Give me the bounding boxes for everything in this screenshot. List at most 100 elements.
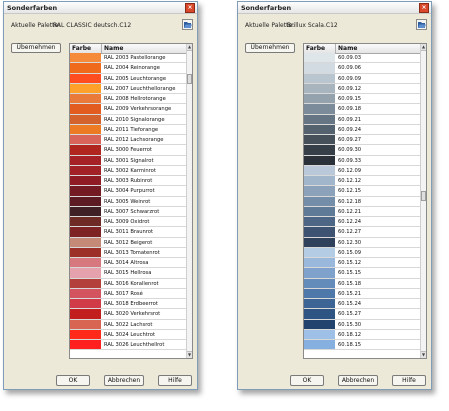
table-row[interactable]: RAL 3001 Signalrot xyxy=(70,155,186,166)
ok-button[interactable]: OK xyxy=(56,375,90,386)
table-row[interactable]: 60.15.30 xyxy=(304,319,420,330)
close-icon[interactable]: × xyxy=(185,3,195,13)
table-row[interactable]: 60.12.15 xyxy=(304,186,420,197)
table-row[interactable]: 60.12.30 xyxy=(304,237,420,248)
color-name: 60.18.12 xyxy=(338,331,362,338)
color-name: RAL 3012 Beigerot xyxy=(104,239,153,246)
table-row[interactable]: RAL 2004 Reinorange xyxy=(70,63,186,74)
table-row[interactable]: RAL 2003 Pastellorange xyxy=(70,53,186,64)
dialog-title: Sonderfarben xyxy=(241,4,292,12)
table-row[interactable]: RAL 2012 Lachsorange xyxy=(70,135,186,146)
column-header-color[interactable]: Farbe xyxy=(306,45,325,52)
table-row[interactable]: 60.15.18 xyxy=(304,278,420,289)
scroll-up-arrow-icon[interactable]: ▲ xyxy=(187,44,192,51)
open-palette-button[interactable] xyxy=(182,19,193,30)
folder-open-icon xyxy=(418,22,426,28)
table-row[interactable]: 60.15.09 xyxy=(304,247,420,258)
table-row[interactable]: RAL 3016 Korallenrot xyxy=(70,278,186,289)
table-row[interactable]: 60.09.33 xyxy=(304,155,420,166)
vertical-scrollbar[interactable]: ▲ ▼ xyxy=(420,44,426,358)
title-bar[interactable]: Sonderfarben × xyxy=(238,2,431,14)
cancel-button[interactable]: Abbrechen xyxy=(104,375,144,386)
color-swatch xyxy=(304,206,335,216)
color-name: 60.09.18 xyxy=(338,106,362,113)
palette-value: Brillux Scala.C12 xyxy=(287,22,338,29)
column-divider[interactable] xyxy=(101,44,102,53)
table-row[interactable]: 60.09.27 xyxy=(304,135,420,146)
table-row[interactable]: RAL 3004 Purpurrot xyxy=(70,186,186,197)
table-row[interactable]: 60.18.15 xyxy=(304,340,420,351)
table-row[interactable]: 60.09.21 xyxy=(304,114,420,125)
table-row[interactable]: RAL 3020 Verkehrsrot xyxy=(70,309,186,320)
table-row[interactable]: 60.12.18 xyxy=(304,196,420,207)
table-row[interactable]: 60.18.12 xyxy=(304,329,420,340)
folder-open-icon xyxy=(184,22,192,28)
ok-button[interactable]: OK xyxy=(290,375,324,386)
table-row[interactable]: 60.09.12 xyxy=(304,83,420,94)
column-header-color[interactable]: Farbe xyxy=(72,45,91,52)
scroll-thumb[interactable] xyxy=(187,73,192,84)
table-row[interactable]: 60.12.24 xyxy=(304,217,420,228)
color-swatch xyxy=(70,114,101,124)
table-row[interactable]: RAL 2011 Tieforange xyxy=(70,124,186,135)
table-row[interactable]: 60.12.27 xyxy=(304,227,420,238)
table-row[interactable]: RAL 3015 Hellrosa xyxy=(70,268,186,279)
table-row[interactable]: RAL 3007 Schwarzrot xyxy=(70,206,186,217)
table-row[interactable]: 60.15.12 xyxy=(304,258,420,269)
table-row[interactable]: RAL 3009 Oxidrot xyxy=(70,217,186,228)
table-row[interactable]: 60.09.24 xyxy=(304,124,420,135)
color-name: RAL 2004 Reinorange xyxy=(104,65,160,72)
table-row[interactable]: RAL 3002 Karminrot xyxy=(70,165,186,176)
vertical-scrollbar[interactable]: ▲ ▼ xyxy=(186,44,192,358)
table-row[interactable]: RAL 3024 Leuchtrot xyxy=(70,329,186,340)
apply-button[interactable]: Übernehmen xyxy=(245,43,295,53)
scroll-up-arrow-icon[interactable]: ▲ xyxy=(421,44,426,51)
color-swatch xyxy=(70,176,101,186)
color-table: Farbe Name 60.09.03 60.09.06 60.09.09 60.09… xyxy=(303,43,427,359)
table-row[interactable]: RAL 3005 Weinrot xyxy=(70,196,186,207)
table-row[interactable]: 60.09.06 xyxy=(304,63,420,74)
table-row[interactable]: 60.12.09 xyxy=(304,165,420,176)
table-row[interactable]: 60.15.24 xyxy=(304,299,420,310)
table-row[interactable]: RAL 2009 Verkehrsorange xyxy=(70,104,186,115)
table-row[interactable]: 60.12.12 xyxy=(304,176,420,187)
table-row[interactable]: 60.15.15 xyxy=(304,268,420,279)
cancel-button[interactable]: Abbrechen xyxy=(338,375,378,386)
table-row[interactable]: RAL 3012 Beigerot xyxy=(70,237,186,248)
table-row[interactable]: RAL 3018 Erdbeerrot xyxy=(70,299,186,310)
table-row[interactable]: RAL 3011 Braunrot xyxy=(70,227,186,238)
table-row[interactable]: 60.09.09 xyxy=(304,73,420,84)
scroll-down-arrow-icon[interactable]: ▼ xyxy=(421,351,426,358)
column-header-name[interactable]: Name xyxy=(104,45,123,52)
scroll-thumb[interactable] xyxy=(421,191,426,202)
column-divider[interactable] xyxy=(335,44,336,53)
title-bar[interactable]: Sonderfarben × xyxy=(4,2,197,14)
table-row[interactable]: 60.15.27 xyxy=(304,309,420,320)
table-row[interactable]: RAL 3000 Feuerrot xyxy=(70,145,186,156)
table-row[interactable]: RAL 2010 Signalorange xyxy=(70,114,186,125)
table-row[interactable]: 60.09.30 xyxy=(304,145,420,156)
table-row[interactable]: RAL 2005 Leuchtorange xyxy=(70,73,186,84)
table-row[interactable]: RAL 3022 Lachsrot xyxy=(70,319,186,330)
table-row[interactable]: RAL 2008 Hellrotorange xyxy=(70,94,186,105)
color-swatch xyxy=(304,145,335,155)
open-palette-button[interactable] xyxy=(416,19,427,30)
table-row[interactable]: RAL 3014 Altrosa xyxy=(70,258,186,269)
table-row[interactable]: RAL 3003 Rubinrot xyxy=(70,176,186,187)
scroll-down-arrow-icon[interactable]: ▼ xyxy=(187,351,192,358)
table-row[interactable]: 60.15.21 xyxy=(304,288,420,299)
help-button[interactable]: Hilfe xyxy=(392,375,426,386)
table-row[interactable]: RAL 3013 Tomatenrot xyxy=(70,247,186,258)
table-row[interactable]: 60.09.15 xyxy=(304,94,420,105)
table-row[interactable]: 60.12.21 xyxy=(304,206,420,217)
table-row[interactable]: RAL 2007 Leuchthellorange xyxy=(70,83,186,94)
close-icon[interactable]: × xyxy=(419,3,429,13)
column-header-name[interactable]: Name xyxy=(338,45,357,52)
table-row[interactable]: RAL 3026 Leuchthellrot xyxy=(70,340,186,351)
table-row[interactable]: RAL 3017 Rosé xyxy=(70,288,186,299)
apply-button[interactable]: Übernehmen xyxy=(11,43,61,53)
table-row[interactable]: 60.09.03 xyxy=(304,53,420,64)
table-row[interactable]: 60.09.18 xyxy=(304,104,420,115)
help-button[interactable]: Hilfe xyxy=(158,375,192,386)
color-name: RAL 3002 Karminrot xyxy=(104,167,156,174)
